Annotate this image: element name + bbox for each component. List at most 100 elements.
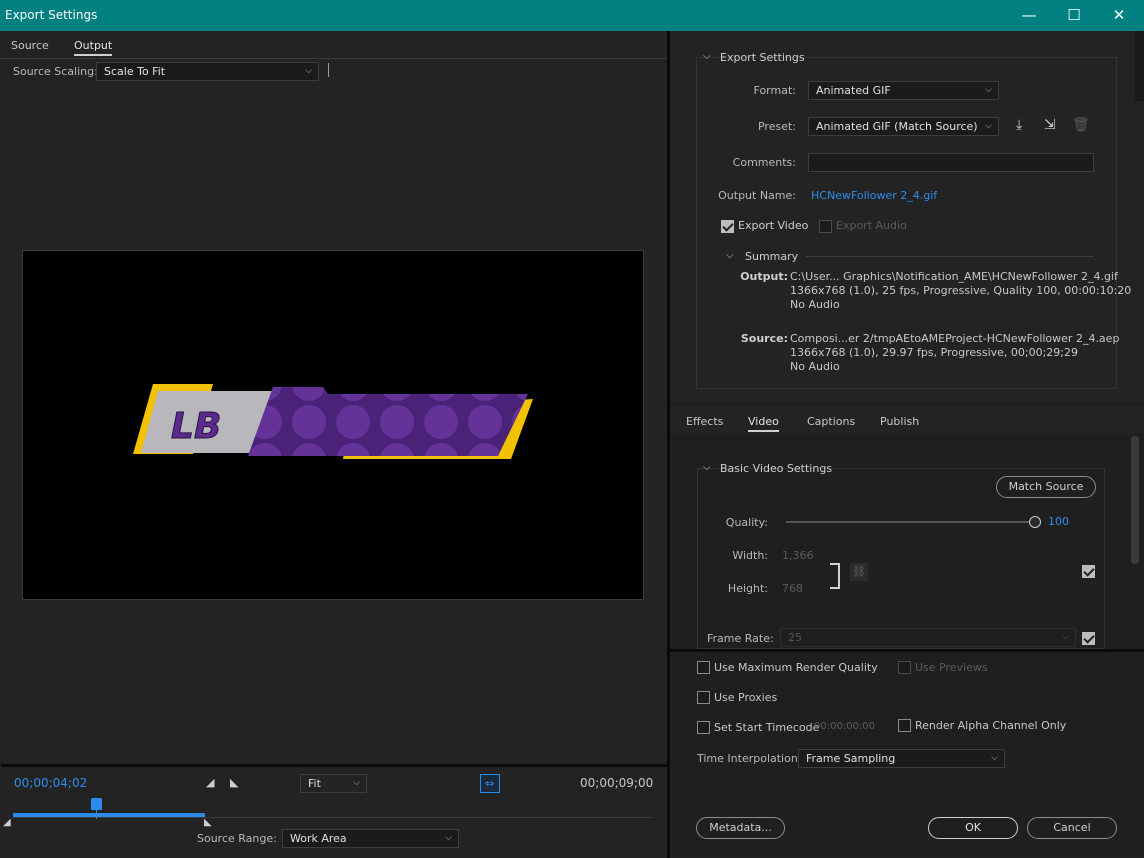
time-interpolation-dropdown[interactable]: Frame Sampling ⌵ xyxy=(798,749,1005,768)
frame-rate-dropdown[interactable]: 25 ⌵ xyxy=(780,628,1076,647)
divider xyxy=(1,58,667,59)
render-alpha-checkbox[interactable] xyxy=(898,719,911,732)
settings-tabs-bar: Effects Video Captions Publish xyxy=(670,406,1144,434)
format-value: Animated GIF xyxy=(816,84,891,97)
basic-video-title: Basic Video Settings xyxy=(720,462,833,475)
set-in-point-icon[interactable]: ◢ xyxy=(206,776,214,789)
match-frame-rate-checkbox[interactable] xyxy=(1082,632,1095,645)
preset-value: Animated GIF (Match Source) xyxy=(816,120,978,133)
tab-video[interactable]: Video xyxy=(748,415,779,432)
export-settings-title: Export Settings xyxy=(720,51,805,64)
chevron-down-icon: ⌵ xyxy=(1062,632,1069,642)
use-previews-checkbox[interactable] xyxy=(898,661,911,674)
max-render-quality-checkbox[interactable] xyxy=(697,661,710,674)
title-bar: Export Settings — ☐ ✕ xyxy=(0,0,1144,31)
width-value[interactable]: 1,366 xyxy=(782,549,814,562)
playhead[interactable] xyxy=(91,798,102,810)
comments-field[interactable] xyxy=(808,153,1094,172)
summary-output-audio: No Audio xyxy=(790,298,840,311)
collapse-chevron-icon[interactable]: ⌵ xyxy=(703,51,711,62)
chevron-down-icon: ⌵ xyxy=(991,753,998,763)
frame-rate-label: Frame Rate: xyxy=(707,632,774,645)
quality-label: Quality: xyxy=(725,516,768,529)
chevron-down-icon: ⌵ xyxy=(985,121,992,131)
summary-chevron-icon[interactable]: ⌵ xyxy=(726,250,734,261)
close-button[interactable]: ✕ xyxy=(1096,0,1142,31)
quality-slider-track[interactable] xyxy=(786,521,1036,523)
scrollbar-thumb[interactable] xyxy=(1131,436,1139,564)
tab-effects[interactable]: Effects xyxy=(686,415,723,428)
link-chain-icon[interactable]: ⛓ xyxy=(850,563,868,581)
tab-captions[interactable]: Captions xyxy=(807,415,855,428)
time-interpolation-value: Frame Sampling xyxy=(806,752,896,765)
tab-publish[interactable]: Publish xyxy=(880,415,919,428)
logo-banner-graphic: LB xyxy=(133,384,533,459)
save-preset-icon[interactable]: ⤓ xyxy=(1016,117,1022,133)
ok-button[interactable]: OK xyxy=(928,817,1018,839)
max-render-quality-label: Use Maximum Render Quality xyxy=(714,661,878,674)
chevron-down-icon: ⌵ xyxy=(305,66,312,76)
match-size-checkbox[interactable] xyxy=(1082,565,1095,578)
set-out-point-icon[interactable]: ◣ xyxy=(230,776,238,789)
in-point-handle[interactable]: ◢ xyxy=(3,817,11,828)
window-title: Export Settings xyxy=(5,8,98,22)
render-alpha-label: Render Alpha Channel Only xyxy=(915,719,1067,732)
export-video-checkbox[interactable] xyxy=(721,220,734,233)
chevron-down-icon: ⌵ xyxy=(985,85,992,95)
divider xyxy=(328,63,329,77)
summary-output-path: C:\User... Graphics\Notification_AME\HCN… xyxy=(790,270,1118,283)
out-point-handle[interactable]: ◣ xyxy=(204,817,212,828)
time-interpolation-label: Time Interpolation: xyxy=(697,752,802,765)
format-dropdown[interactable]: Animated GIF ⌵ xyxy=(808,81,999,100)
source-range-dropdown[interactable]: Work Area ⌵ xyxy=(282,829,459,848)
quality-value[interactable]: 100 xyxy=(1048,515,1069,528)
divider xyxy=(670,649,1144,652)
divider xyxy=(1,764,667,767)
zoom-dropdown[interactable]: Fit ⌵ xyxy=(300,774,367,793)
export-audio-label: Export Audio xyxy=(836,219,907,232)
settings-panel: ⌵ Export Settings Format: Animated GIF ⌵… xyxy=(670,31,1144,857)
set-start-timecode-checkbox[interactable] xyxy=(697,721,710,734)
tab-output[interactable]: Output xyxy=(74,39,113,56)
use-proxies-label: Use Proxies xyxy=(714,691,778,704)
height-label: Height: xyxy=(727,582,768,595)
source-scaling-value: Scale To Fit xyxy=(104,65,166,78)
import-preset-icon[interactable]: ⇲ xyxy=(1044,117,1056,133)
constrain-bracket xyxy=(830,563,840,589)
set-start-timecode-label: Set Start Timecode xyxy=(714,721,820,734)
source-scaling-dropdown[interactable]: Scale To Fit ⌵ xyxy=(96,62,319,81)
output-name-link[interactable]: HCNewFollower 2_4.gif xyxy=(811,189,937,202)
quality-slider-thumb[interactable] xyxy=(1029,516,1041,528)
aspect-ratio-correction-button[interactable]: ⇔ xyxy=(480,774,500,793)
tab-source[interactable]: Source xyxy=(11,39,49,52)
preset-dropdown[interactable]: Animated GIF (Match Source) ⌵ xyxy=(808,117,999,136)
delete-preset-icon[interactable]: 🗑 xyxy=(1072,117,1090,133)
chevron-down-icon: ⌵ xyxy=(353,778,360,788)
use-proxies-checkbox[interactable] xyxy=(697,691,710,704)
scrollbar[interactable] xyxy=(1135,31,1144,101)
format-label: Format: xyxy=(753,84,796,97)
width-label: Width: xyxy=(732,549,768,562)
video-preview[interactable]: LB xyxy=(22,250,644,600)
collapse-chevron-icon[interactable]: ⌵ xyxy=(703,462,711,473)
maximize-button[interactable]: ☐ xyxy=(1051,0,1097,31)
start-timecode-value[interactable]: 00:00:00:00 xyxy=(814,721,875,732)
fit-frame-icon: ⇔ xyxy=(485,777,495,790)
match-source-button[interactable]: Match Source xyxy=(996,476,1096,498)
export-audio-checkbox[interactable] xyxy=(819,220,832,233)
maximize-icon: ☐ xyxy=(1067,6,1081,24)
height-value[interactable]: 768 xyxy=(782,582,803,595)
summary-output-label: Output: xyxy=(740,270,788,283)
minimize-button[interactable]: — xyxy=(1006,0,1052,31)
source-range-value: Work Area xyxy=(290,832,347,845)
cancel-button[interactable]: Cancel xyxy=(1027,817,1117,839)
summary-output-specs: 1366x768 (1.0), 25 fps, Progressive, Qua… xyxy=(790,284,1132,297)
summary-source-audio: No Audio xyxy=(790,360,840,373)
output-name-label: Output Name: xyxy=(718,189,796,202)
metadata-button[interactable]: Metadata... xyxy=(696,817,785,839)
frame-rate-value: 25 xyxy=(788,631,802,644)
current-timecode[interactable]: 00;00;04;02 xyxy=(14,776,87,790)
zoom-value: Fit xyxy=(308,777,321,790)
logo-text: LB xyxy=(171,406,221,447)
preview-panel: Source Output Source Scaling: Scale To F… xyxy=(1,31,667,857)
